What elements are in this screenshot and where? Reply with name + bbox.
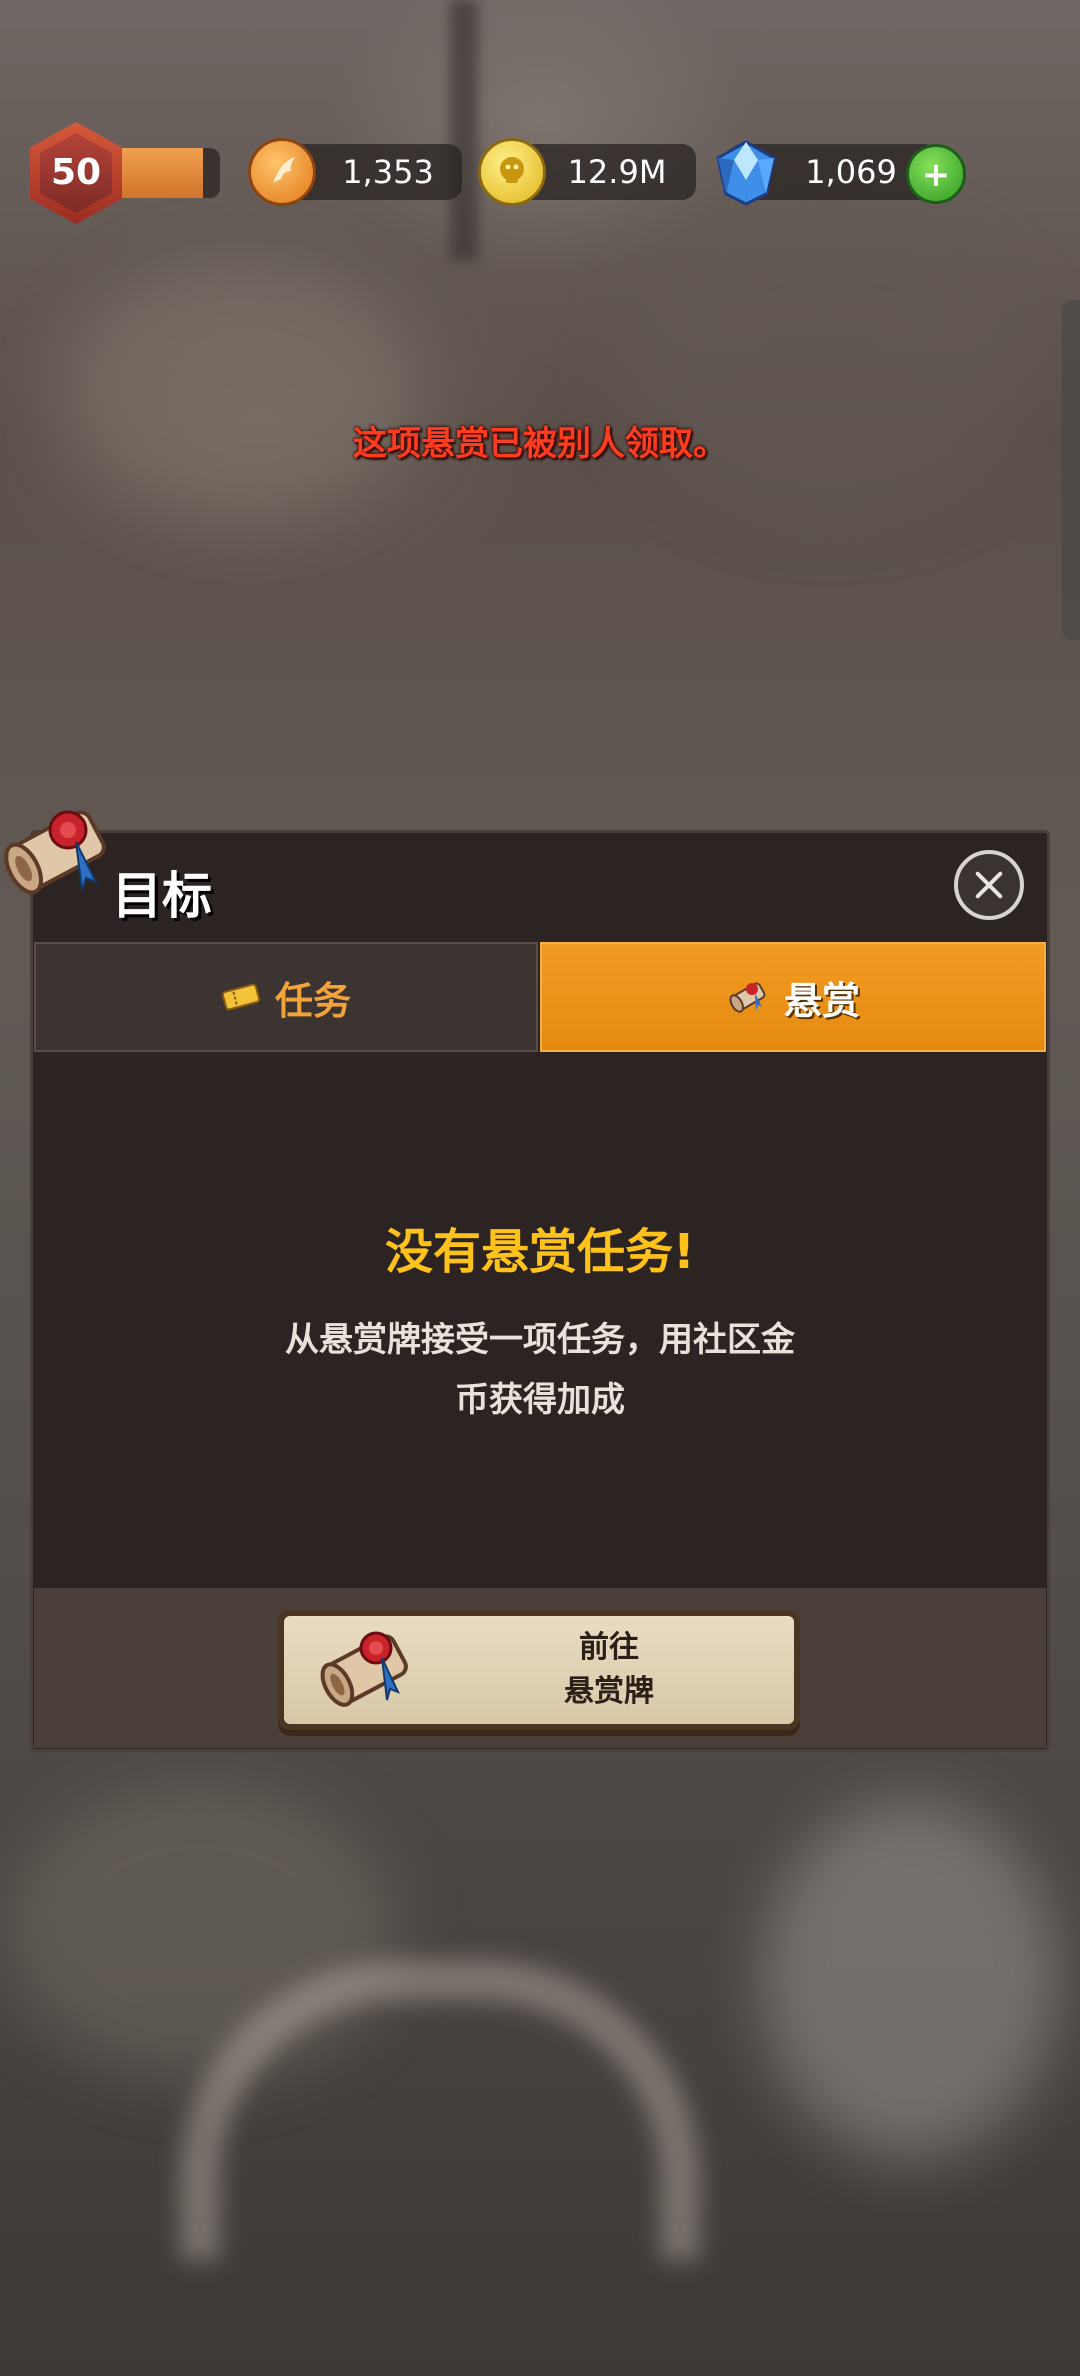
go-button-label-line2: 悬赏牌 [564,1674,654,1709]
close-button[interactable] [954,850,1024,920]
scroll-icon [4,810,106,895]
gold-coin-icon [478,138,546,206]
scroll-icon [729,982,766,1013]
go-button-label: 前往 悬赏牌 [434,1626,784,1714]
dialog-title: 目标 [112,867,212,925]
add-gems-button[interactable]: + [906,144,966,204]
wing-coin-icon [248,138,316,206]
go-button-label-line1: 前往 [579,1630,639,1665]
wings-value: 1,353 [342,153,434,191]
tab-bounty[interactable]: 悬赏 [540,942,1046,1052]
toast-message: 这项悬赏已被别人领取。 [353,424,727,464]
tab-tasks-label: 任务 [274,978,351,1023]
level-number: 50 [50,152,102,193]
gems-value: 1,069 [805,153,897,191]
empty-state-description-line1: 从悬赏牌接受一项任务，用社区金 [285,1320,795,1360]
tab-bounty-label: 悬赏 [783,978,860,1023]
xp-progress-bar [108,148,220,198]
gem-icon [716,140,776,206]
scroll-icon [320,1631,408,1707]
go-to-bounty-board-button[interactable]: 前往 悬赏牌 [278,1610,800,1730]
coins-value: 12.9M [567,153,667,191]
ticket-icon [221,983,261,1011]
tab-tasks[interactable]: 任务 [34,942,538,1052]
empty-state-description-line2: 币获得加成 [455,1380,625,1420]
empty-state-description: 从悬赏牌接受一项任务，用社区金 币获得加成 [230,1310,850,1430]
empty-state-title: 没有悬赏任务! [385,1224,695,1280]
